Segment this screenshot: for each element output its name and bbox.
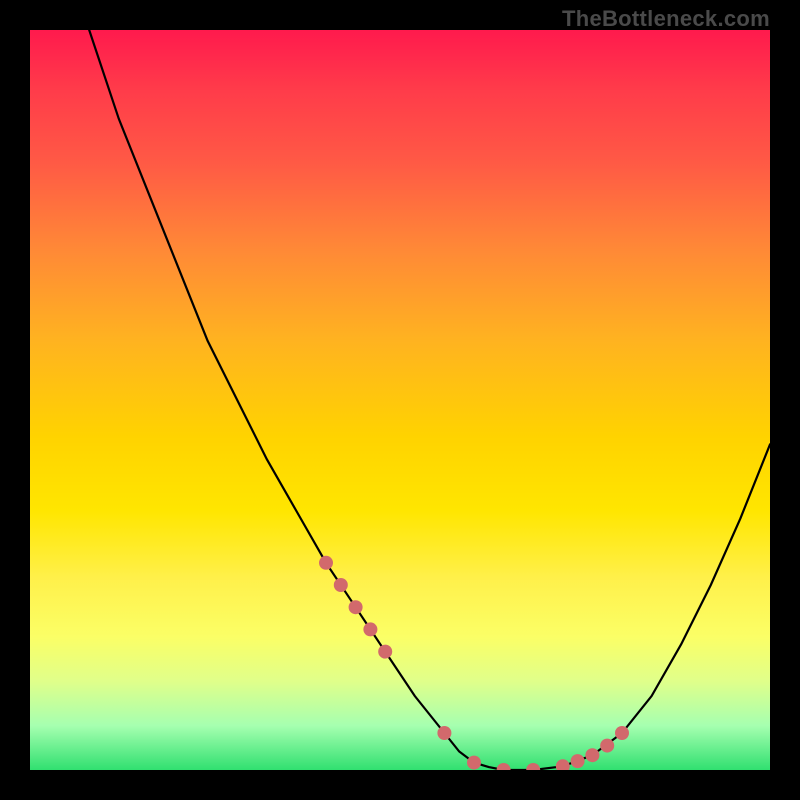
curve-dot	[615, 726, 629, 740]
chart-frame: TheBottleneck.com	[0, 0, 800, 800]
curve-dot	[437, 726, 451, 740]
curve-dot	[363, 622, 377, 636]
curve-dot	[467, 756, 481, 770]
curve-dot	[349, 600, 363, 614]
curve-dots	[319, 556, 629, 770]
curve-dot	[319, 556, 333, 570]
curve-dot	[556, 759, 570, 770]
curve-dot	[585, 748, 599, 762]
curve-layer	[30, 30, 770, 770]
curve-dot	[378, 645, 392, 659]
bottleneck-curve	[30, 30, 770, 770]
curve-dot	[497, 763, 511, 770]
curve-dot	[600, 739, 614, 753]
curve-dot	[526, 763, 540, 770]
watermark: TheBottleneck.com	[562, 6, 770, 32]
curve-dot	[334, 578, 348, 592]
curve-dot	[571, 754, 585, 768]
